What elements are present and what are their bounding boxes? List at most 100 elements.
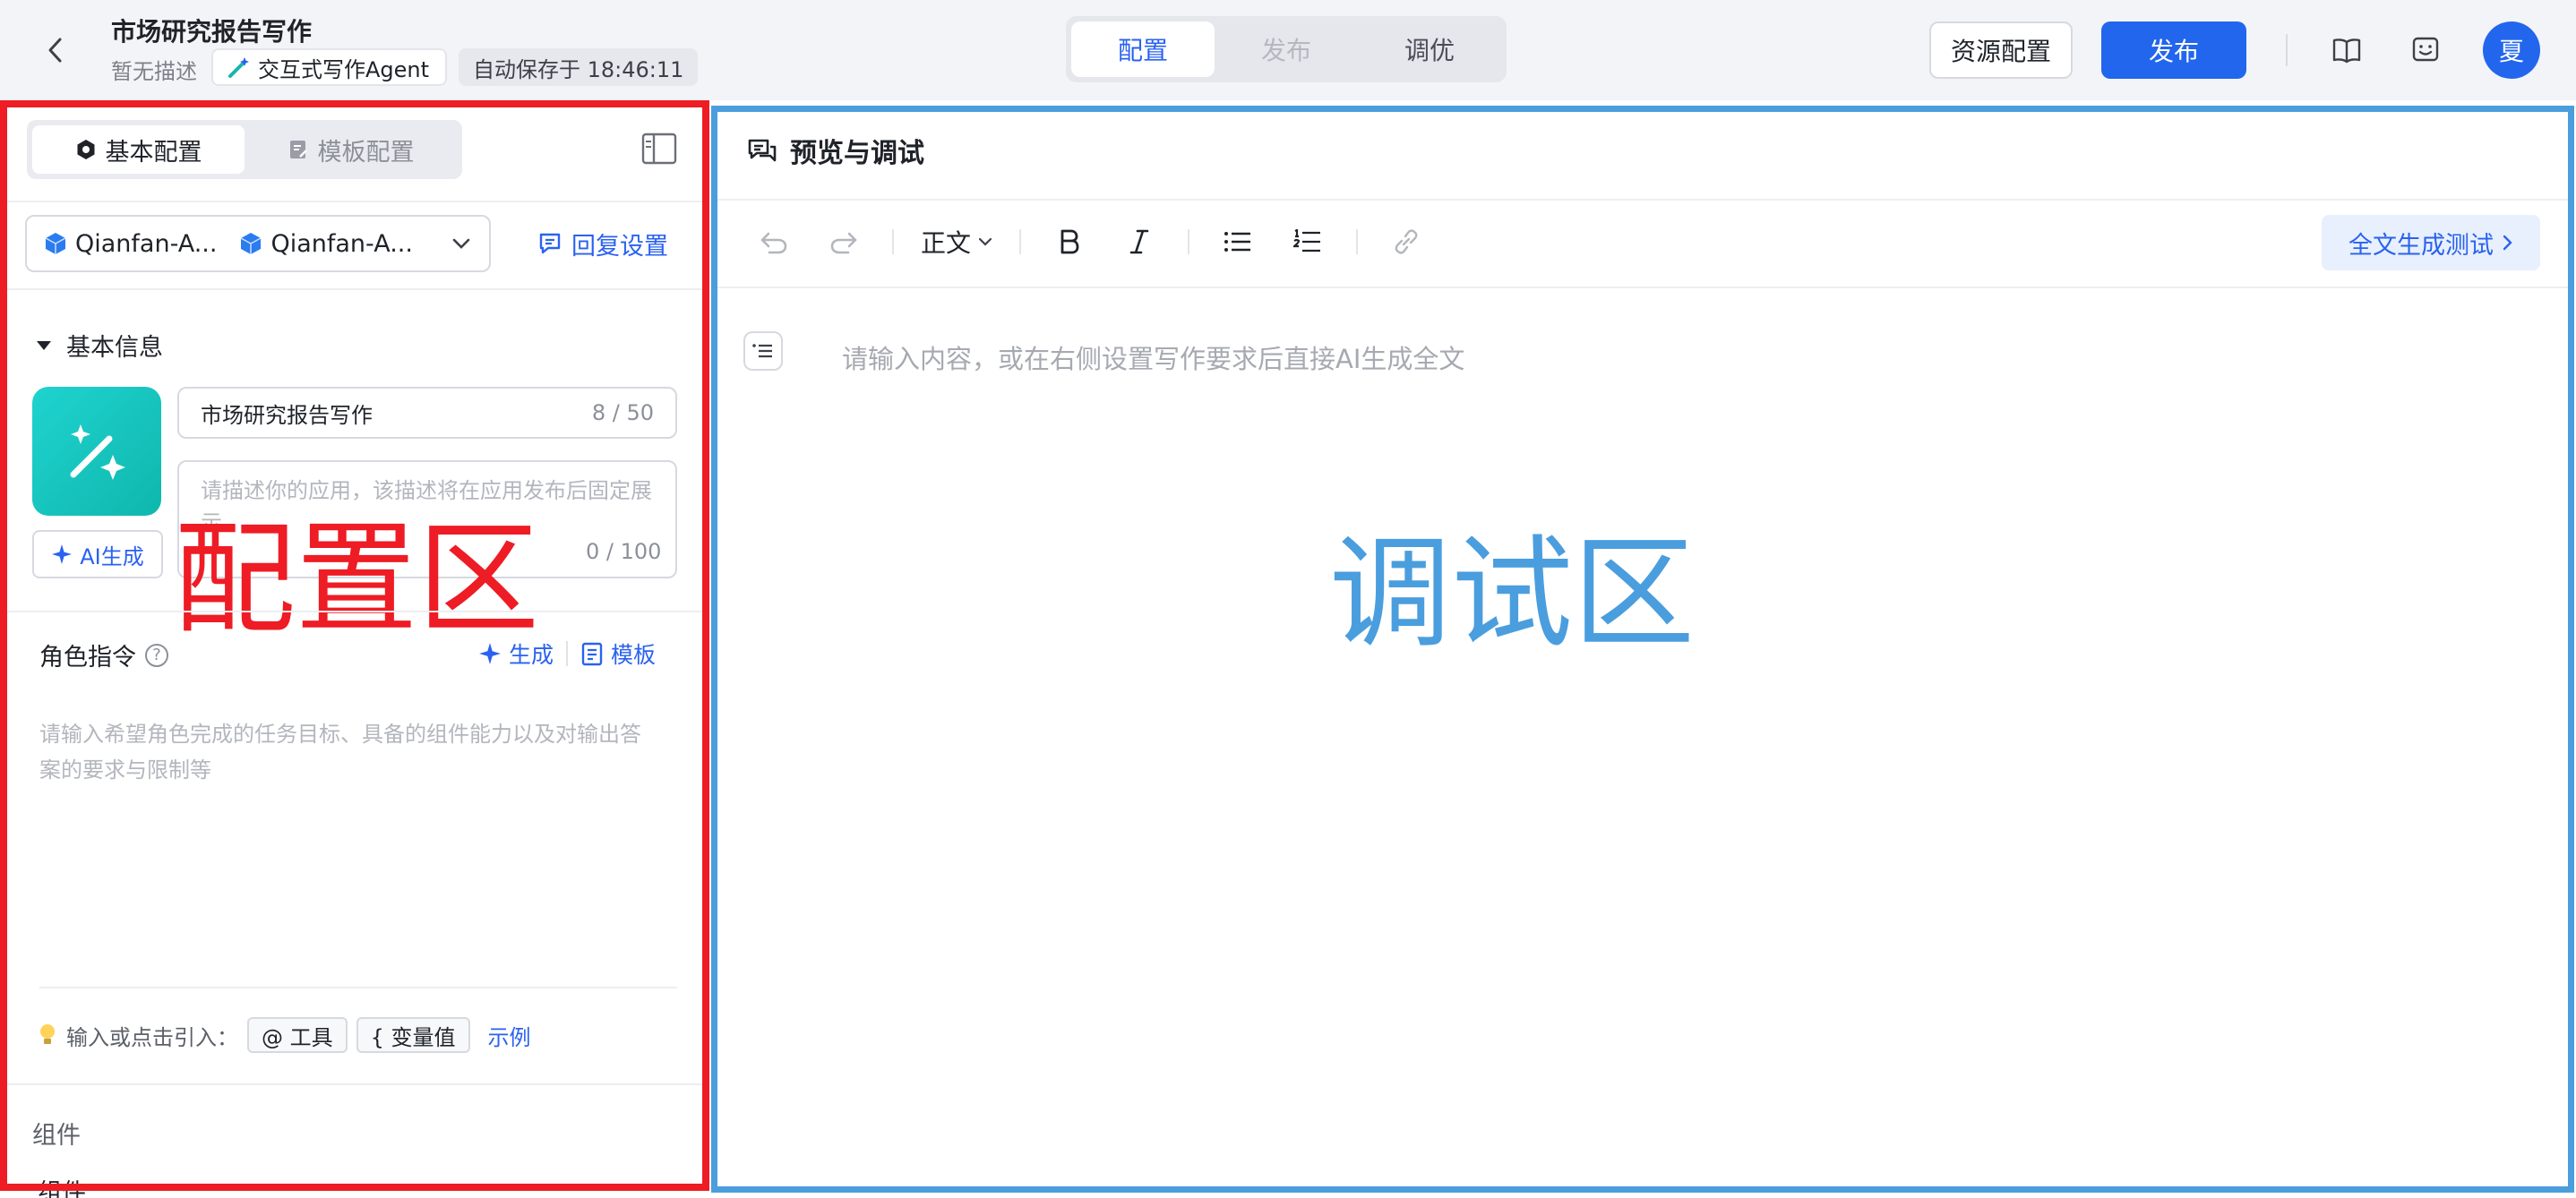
role-generate-label: 生成 <box>509 642 554 668</box>
tab-basic-config[interactable]: 基本配置 <box>32 125 245 174</box>
back-button[interactable] <box>36 30 75 70</box>
magic-wand-icon <box>70 424 125 480</box>
outline-toggle-button[interactable] <box>743 331 783 371</box>
insert-variable-chip[interactable]: { 变量值 <box>356 1017 470 1053</box>
role-generate-button[interactable]: 生成 <box>478 638 554 670</box>
role-template-button[interactable]: 模板 <box>580 638 656 670</box>
model-name-2: Qianfan-A... <box>270 229 413 258</box>
preview-title: 预览与调试 <box>790 138 924 169</box>
mode-tabs: 配置 发布 调优 <box>1066 16 1507 82</box>
autosave-status: 自动保存于 18:46:11 <box>459 48 699 86</box>
model-name-1: Qianfan-A... <box>75 229 218 258</box>
tab-config[interactable]: 配置 <box>1071 21 1215 77</box>
gear-icon <box>77 140 94 159</box>
chat-preview-icon <box>748 139 777 162</box>
role-instruction-title: 角色指令 <box>39 644 136 672</box>
bulb-icon <box>40 1024 55 1044</box>
book-icon <box>2332 39 2361 64</box>
bullet-list-button[interactable] <box>1216 220 1259 263</box>
tab-publish[interactable]: 发布 <box>1215 21 1358 77</box>
divider <box>566 641 569 666</box>
numbered-list-icon <box>1293 229 1321 252</box>
generate-test-label: 全文生成测试 <box>2348 231 2494 260</box>
sparkle-icon <box>52 544 73 564</box>
model-cube-icon <box>241 233 262 254</box>
app-name-value: 市场研究报告写作 <box>201 402 373 428</box>
ai-generate-button[interactable]: AI生成 <box>32 530 163 578</box>
bold-icon <box>1060 229 1079 254</box>
bold-button[interactable] <box>1048 220 1091 263</box>
chevron-right-icon <box>2503 235 2512 251</box>
undo-button[interactable] <box>752 220 795 263</box>
tab-basic-config-label: 基本配置 <box>105 138 202 167</box>
preview-header: 预览与调试 <box>747 131 924 170</box>
help-icon[interactable]: ? <box>145 643 168 667</box>
description-char-counter: 0 / 100 <box>586 539 662 564</box>
text-style-value: 正文 <box>921 228 972 258</box>
app-name-input[interactable]: 市场研究报告写作 8 / 50 <box>177 387 677 439</box>
app-description: 暂无描述 <box>111 59 197 84</box>
components-row-label: 组件 <box>38 1179 86 1198</box>
config-area-label: 配置区 <box>174 509 539 651</box>
role-actions: 生成 模板 <box>478 638 656 670</box>
toolbar-divider <box>1019 229 1022 254</box>
full-text-generate-test-button[interactable]: 全文生成测试 <box>2322 215 2540 270</box>
template-icon <box>581 642 603 666</box>
panel-collapse-icon <box>641 133 677 165</box>
toolbar-divider <box>1356 229 1359 254</box>
sparkle-icon <box>479 643 501 664</box>
numbered-list-button[interactable] <box>1286 220 1329 263</box>
back-chevron-icon <box>48 38 62 63</box>
tab-template-config[interactable]: 模板配置 <box>245 125 457 174</box>
config-tabs: 基本配置 模板配置 <box>27 120 462 179</box>
editor-toolbar: 正文 <box>752 215 1428 269</box>
link-button[interactable] <box>1385 220 1428 263</box>
role-instruction-header: 角色指令 ? <box>39 638 168 672</box>
resource-config-button[interactable]: 资源配置 <box>1929 21 2073 79</box>
components-section-title: 组件 <box>32 1122 81 1150</box>
reference-hint-row: 输入或点击引入： @ 工具 { 变量值 示例 <box>38 1017 531 1053</box>
triangle-down-icon <box>37 340 51 350</box>
tab-tune[interactable]: 调优 <box>1358 21 1501 77</box>
docs-button[interactable] <box>2325 29 2368 72</box>
publish-button[interactable]: 发布 <box>2101 21 2246 79</box>
model-option-2: Qianfan-A... <box>240 229 413 258</box>
feedback-button[interactable] <box>2404 29 2447 72</box>
role-instruction-placeholder: 请输入希望角色完成的任务目标、具备的组件能力以及对输出答案的要求与限制等 <box>39 722 641 783</box>
role-instruction-input[interactable]: 请输入希望角色完成的任务目标、具备的组件能力以及对输出答案的要求与限制等 <box>39 716 657 788</box>
template-icon <box>289 141 307 158</box>
reply-settings-link[interactable]: 回复设置 <box>537 226 668 261</box>
role-template-label: 模板 <box>611 642 657 668</box>
name-char-counter: 8 / 50 <box>591 400 654 425</box>
components-row[interactable]: 组件 <box>38 1173 86 1198</box>
redo-button[interactable] <box>822 220 865 263</box>
divider <box>717 287 2569 288</box>
user-avatar[interactable]: 夏 <box>2483 21 2540 79</box>
collapse-panel-button[interactable] <box>641 133 681 168</box>
text-style-select[interactable]: 正文 <box>921 224 992 260</box>
agent-tag-label: 交互式写作Agent <box>258 56 430 82</box>
link-icon <box>1395 229 1418 254</box>
basic-info-section-toggle[interactable]: 基本信息 <box>36 328 163 363</box>
ai-generate-label: AI生成 <box>80 543 144 569</box>
tab-template-config-label: 模板配置 <box>317 138 415 167</box>
divider <box>4 201 702 202</box>
model-selector[interactable]: Qianfan-A... Qianfan-A... <box>25 215 491 272</box>
italic-button[interactable] <box>1118 220 1161 263</box>
reply-settings-label: 回复设置 <box>571 232 668 261</box>
editor-input[interactable]: 请输入内容，或在右侧设置写作要求后直接AI生成全文 <box>842 338 1464 376</box>
message-icon <box>539 233 561 254</box>
chevron-down-icon <box>978 237 992 246</box>
toolbar-divider <box>2286 34 2288 66</box>
italic-icon <box>1129 229 1149 254</box>
divider <box>39 987 677 988</box>
model-cube-icon <box>45 233 66 254</box>
insert-tool-chip[interactable]: @ 工具 <box>247 1017 348 1053</box>
example-link[interactable]: 示例 <box>488 1020 531 1051</box>
divider <box>717 199 2569 201</box>
model-option-1: Qianfan-A... <box>45 230 217 258</box>
outline-icon <box>752 344 772 358</box>
toolbar-divider <box>1188 229 1190 254</box>
agent-type-tag: 交互式写作Agent <box>211 48 448 86</box>
app-icon[interactable] <box>32 387 161 516</box>
